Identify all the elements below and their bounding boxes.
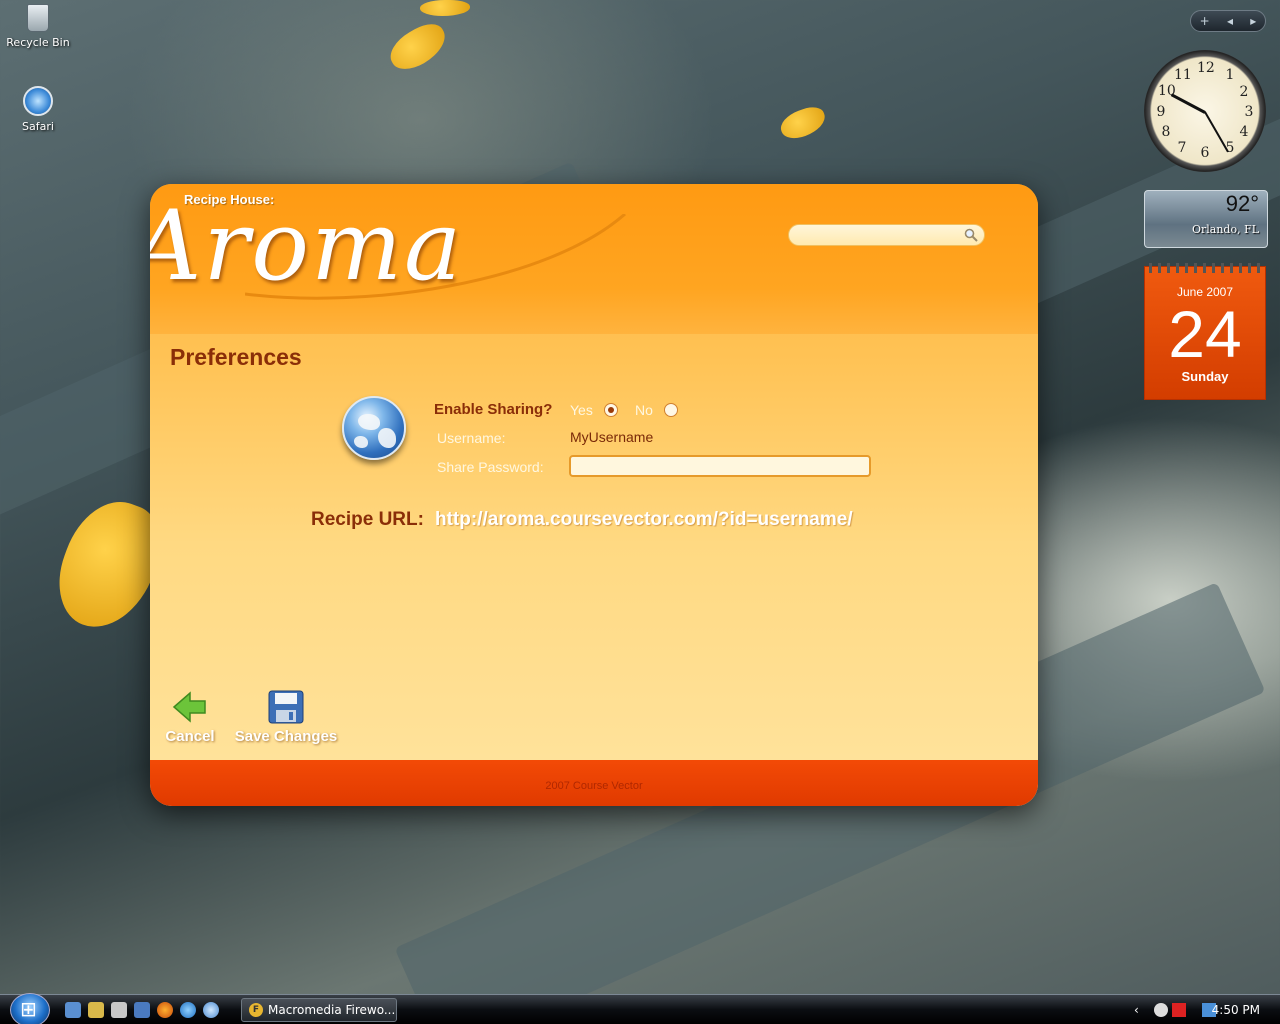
app-header: Recipe House: Aroma	[150, 184, 1038, 334]
globe-land	[358, 414, 380, 430]
antivirus-icon[interactable]	[1172, 1003, 1186, 1017]
background-petal	[420, 0, 470, 16]
calendar-day: 24	[1168, 297, 1242, 371]
brand-logo: Aroma	[150, 190, 464, 302]
internet-explorer-icon[interactable]	[180, 1002, 196, 1018]
fireworks-icon: F	[249, 1003, 263, 1017]
calendar-weekday: Sunday	[1181, 369, 1229, 384]
clock-numeral: 2	[1239, 84, 1249, 100]
username-label: Username:	[437, 430, 506, 446]
globe-land	[378, 428, 396, 448]
cancel-label: Cancel	[165, 728, 215, 745]
clock-numeral: 11	[1174, 67, 1192, 83]
taskbar-button-label: Macromedia Firewo...	[268, 1003, 396, 1017]
desktop-icon-recycle-bin[interactable]: Recycle Bin	[0, 4, 76, 49]
cancel-button[interactable]: Cancel	[162, 690, 218, 745]
desktop-icon-label: Recycle Bin	[6, 36, 70, 49]
clock-numeral: 12	[1197, 60, 1215, 76]
recipe-url-label: Recipe URL:	[311, 509, 424, 530]
show-desktop-icon[interactable]	[65, 1002, 81, 1018]
aroma-app-window: Recipe House: Aroma Preferences Enable S…	[150, 184, 1038, 806]
weather-gadget[interactable]: 92° Orlando, FL	[1144, 190, 1268, 248]
sidebar-controls[interactable]: + ◂ ▸	[1190, 10, 1266, 32]
weather-temperature: 92°	[1225, 191, 1259, 216]
floppy-disk-icon	[268, 690, 304, 724]
tray-expand-icon[interactable]: ‹	[1134, 1003, 1148, 1017]
search-box[interactable]	[788, 224, 985, 246]
weather-city: Orlando, FL	[1191, 223, 1259, 236]
clock-gadget[interactable]: 12 1 2 3 4 5 6 7 8 9 10 11	[1144, 50, 1266, 172]
save-changes-label: Save Changes	[234, 728, 338, 745]
globe-land	[354, 436, 368, 448]
app-footer: 2007 Course Vector	[150, 760, 1038, 806]
start-button[interactable]	[10, 993, 50, 1024]
clock-numeral: 3	[1244, 104, 1254, 120]
desktop-icon-safari[interactable]: Safari	[0, 86, 76, 133]
firefox-icon[interactable]	[157, 1002, 173, 1018]
sharing-no-label: No	[635, 402, 653, 418]
network-icon[interactable]	[134, 1002, 150, 1018]
next-icon[interactable]: ▸	[1250, 14, 1256, 28]
safari-icon[interactable]	[203, 1002, 219, 1018]
enable-sharing-label: Enable Sharing?	[434, 401, 553, 418]
taskbar-button-fireworks[interactable]: F Macromedia Firewo...	[241, 998, 397, 1022]
clock-numeral: 7	[1177, 140, 1187, 156]
search-input[interactable]	[797, 227, 957, 243]
search-icon[interactable]	[964, 228, 978, 242]
clock-numeral: 6	[1200, 145, 1210, 161]
safari-icon	[23, 86, 53, 116]
switch-windows-icon[interactable]	[88, 1002, 104, 1018]
clock-numeral: 9	[1156, 104, 1166, 120]
printer-icon[interactable]	[111, 1002, 127, 1018]
taskbar-clock[interactable]: 4:50 PM	[1212, 1003, 1260, 1017]
sharing-no-radio[interactable]	[664, 403, 678, 417]
clock-hour-hand	[1170, 93, 1206, 114]
clock-numeral: 1	[1225, 67, 1235, 83]
sharing-yes-label: Yes	[570, 402, 593, 418]
taskbar: F Macromedia Firewo... ‹ 4:50 PM	[0, 993, 1280, 1024]
calendar-gadget[interactable]: June 2007 24 Sunday	[1144, 263, 1266, 400]
add-gadget-icon[interactable]: +	[1200, 14, 1210, 28]
back-arrow-icon	[172, 691, 206, 723]
footer-text: 2007 Course Vector	[545, 780, 643, 792]
username-value: MyUsername	[570, 429, 654, 445]
share-password-field[interactable]	[569, 455, 871, 477]
clock-numeral: 8	[1161, 124, 1171, 140]
share-password-label: Share Password:	[437, 459, 544, 475]
page-title: Preferences	[170, 344, 302, 370]
previous-icon[interactable]: ◂	[1227, 14, 1233, 28]
recycle-bin-icon	[27, 4, 49, 32]
desktop-icon-label: Safari	[22, 120, 54, 133]
background-petal	[383, 17, 453, 77]
sharing-yes-radio[interactable]	[604, 403, 618, 417]
globe-icon	[342, 396, 406, 460]
background-petal	[776, 102, 830, 144]
save-changes-button[interactable]: Save Changes	[234, 690, 338, 745]
calendar-rings	[1149, 263, 1261, 273]
media-icon[interactable]	[1154, 1003, 1168, 1017]
recipe-url-value[interactable]: http://aroma.coursevector.com/?id=userna…	[435, 509, 853, 531]
clock-numeral: 4	[1239, 124, 1249, 140]
